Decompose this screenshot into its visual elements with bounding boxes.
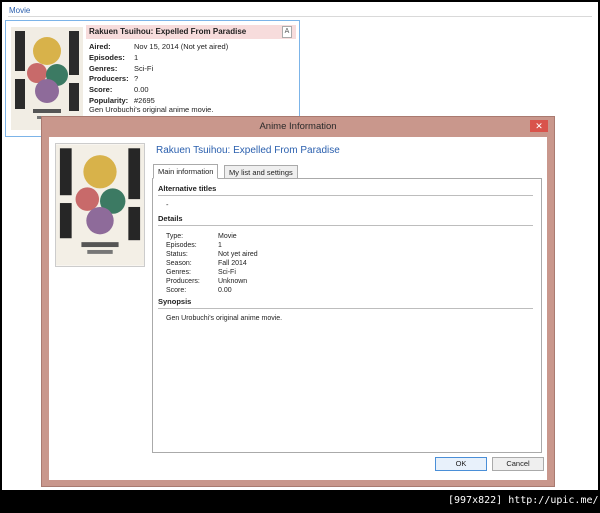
tooltip-key: Producers:: [89, 74, 129, 84]
movie-filter-link[interactable]: Movie: [9, 6, 30, 15]
anime-title: Rakuen Tsuihou: Expelled From Paradise: [156, 145, 340, 156]
tab-main-information[interactable]: Main information: [153, 164, 219, 179]
detail-value: Fall 2014: [218, 260, 247, 267]
divider: [8, 16, 592, 17]
detail-key: Season:: [166, 260, 192, 267]
detail-key: Genres:: [166, 269, 191, 276]
alternative-titles-value: -: [166, 200, 169, 209]
section-synopsis: Synopsis: [158, 297, 533, 309]
cancel-button[interactable]: Cancel: [492, 457, 544, 471]
tooltip-row: Genres: Sci-Fi: [89, 64, 228, 75]
detail-value: Unknown: [218, 278, 248, 285]
tooltip-key: Episodes:: [89, 52, 125, 62]
details-list: Type: Movie Episodes: 1 Status: Not yet air…: [166, 232, 258, 295]
tooltip-value: Sci-Fi: [134, 63, 154, 73]
detail-value: Not yet aired: [218, 251, 258, 258]
detail-key: Producers:: [166, 278, 200, 285]
synopsis-text: Gen Urobuchi's original anime movie.: [166, 315, 283, 322]
detail-row: Status: Not yet aired: [166, 250, 258, 259]
ok-button[interactable]: OK: [435, 457, 487, 471]
tooltip-value: ?: [134, 74, 139, 84]
tooltip-key: Genres:: [89, 63, 118, 73]
tooltip-title: Rakuen Tsuihou: Expelled From Paradise: [86, 25, 296, 39]
dialog-title: Anime Information: [259, 121, 337, 132]
tooltip-row: Episodes: 1: [89, 53, 228, 64]
detail-row: Score: 0.00: [166, 286, 258, 295]
detail-row: Episodes: 1: [166, 241, 258, 250]
detail-row: Genres: Sci-Fi: [166, 268, 258, 277]
detail-key: Type:: [166, 233, 184, 240]
section-details: Details: [158, 214, 533, 226]
anime-poster: [55, 143, 145, 267]
tooltip-row: Score: 0.00: [89, 85, 228, 96]
screen: Movie Rakuen Tsuihou: Expelled From Para…: [2, 2, 598, 490]
tooltip-key: Score:: [89, 85, 113, 95]
tooltip-value: Nov 15, 2014 (Not yet aired): [134, 42, 229, 51]
detail-value: Movie: [218, 233, 237, 240]
image-host-caption: [997x822] http://upic.me/: [448, 495, 599, 506]
detail-value: 0.00: [218, 287, 232, 294]
tooltip-key: Aired:: [89, 42, 111, 51]
dialog-body: Rakuen Tsuihou: Expelled From Paradise M…: [49, 137, 547, 480]
detail-row: Type: Movie: [166, 232, 258, 241]
tooltip-row: Producers:?: [89, 74, 228, 85]
anime-poster-thumbnail: [11, 27, 83, 130]
section-alternative-titles: Alternative titles: [158, 184, 533, 196]
detail-row: Producers: Unknown: [166, 277, 258, 286]
tooltip-details: Aired: Nov 15, 2014 (Not yet aired) Episo…: [89, 42, 228, 107]
tooltip-close-button[interactable]: A: [282, 26, 292, 38]
detail-row: Season: Fall 2014: [166, 259, 258, 268]
detail-value: 1: [218, 242, 222, 249]
main-information-panel: Alternative titles - Details Type: Movie …: [152, 178, 542, 453]
dialog-close-button[interactable]: ✕: [530, 120, 548, 132]
tooltip-value: 1: [134, 52, 139, 62]
tab-my-list-and-settings[interactable]: My list and settings: [224, 165, 298, 179]
detail-key: Score:: [166, 287, 187, 294]
detail-key: Status:: [166, 251, 188, 258]
tooltip-value: 0.00: [134, 85, 149, 95]
detail-value: Sci-Fi: [218, 269, 236, 276]
anime-info-dialog: Anime Information ✕ Rakuen Tsuihou: Expe…: [41, 116, 555, 487]
detail-key: Episodes:: [166, 242, 197, 249]
tooltip-row: Aired: Nov 15, 2014 (Not yet aired): [89, 42, 228, 53]
tooltip-synopsis: Gen Urobuchi's original anime movie.: [89, 105, 214, 114]
